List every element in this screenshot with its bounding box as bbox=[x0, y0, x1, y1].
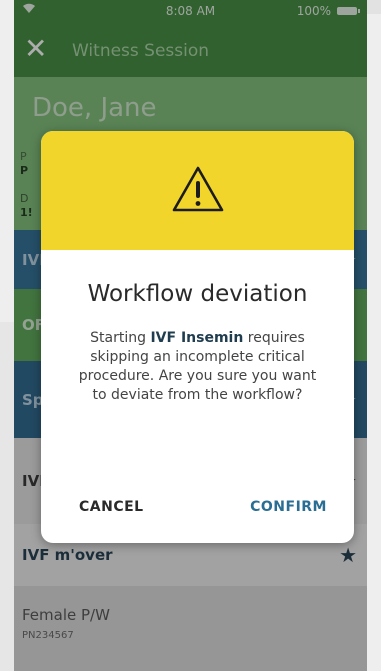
dialog-actions: CANCEL CONFIRM bbox=[41, 499, 354, 515]
workflow-deviation-dialog: Workflow deviation Starting IVF Insemin … bbox=[41, 131, 354, 543]
app-screen: 8:08 AM 100% ✕ Witness Session Doe, Jane… bbox=[14, 0, 367, 671]
phone-frame: 8:08 AM 100% ✕ Witness Session Doe, Jane… bbox=[0, 0, 381, 671]
warning-icon bbox=[171, 165, 225, 217]
dialog-message: Starting IVF Insemin requires skipping a… bbox=[77, 329, 318, 405]
confirm-button[interactable]: CONFIRM bbox=[250, 499, 327, 515]
dialog-banner bbox=[41, 131, 354, 250]
page-edge-left bbox=[0, 322, 14, 671]
dialog-message-pre: Starting bbox=[90, 330, 151, 346]
dialog-title: Workflow deviation bbox=[87, 281, 308, 307]
dialog-message-procedure: IVF Insemin bbox=[150, 330, 244, 346]
cancel-button[interactable]: CANCEL bbox=[79, 499, 144, 515]
